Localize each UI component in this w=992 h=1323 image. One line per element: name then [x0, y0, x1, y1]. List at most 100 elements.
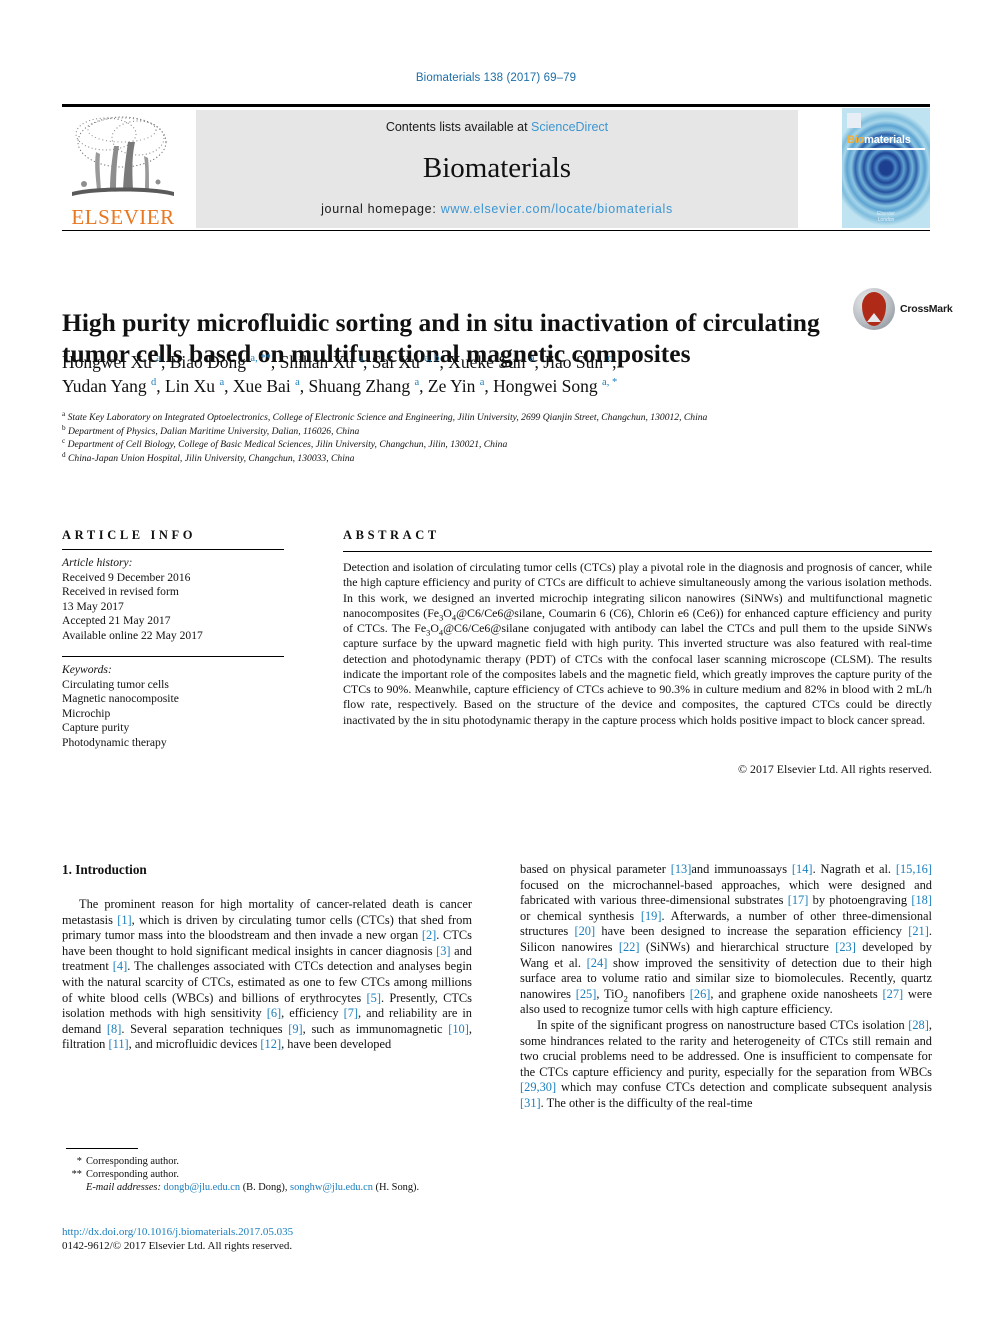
formula-subscript: 3: [426, 628, 431, 638]
author-affiliation-marker: a, *: [602, 377, 618, 389]
keywords-label: Keywords:: [62, 663, 112, 676]
journal-title: Biomaterials: [422, 152, 572, 184]
citation-link[interactable]: [12]: [260, 1037, 281, 1051]
article-history-line: Received in revised form: [62, 585, 179, 599]
abstract-copyright: © 2017 Elsevier Ltd. All rights reserved…: [738, 762, 932, 776]
homepage-url-link[interactable]: www.elsevier.com/locate/biomaterials: [441, 202, 673, 216]
citation-link[interactable]: [4]: [113, 959, 127, 973]
email-addresses-label: E-mail addresses:: [86, 1182, 161, 1194]
issn-copyright-line: 0142-9612/© 2017 Elsevier Ltd. All right…: [62, 1240, 293, 1252]
affiliation-text: China-Japan Union Hospital, Jilin Univer…: [65, 452, 355, 464]
footnote-text: Corresponding author.: [86, 1169, 179, 1181]
citation-link[interactable]: [7]: [344, 1006, 358, 1020]
running-head: Biomaterials 138 (2017) 69–79: [415, 72, 577, 84]
author-name: Biao Dong: [169, 352, 251, 372]
author-name: Xue Bai: [232, 376, 296, 396]
article-history-line: Accepted 21 May 2017: [62, 614, 171, 628]
sciencedirect-link[interactable]: ScienceDirect: [531, 120, 608, 134]
footnote-marker: **: [71, 1169, 82, 1181]
citation-link[interactable]: [22]: [619, 940, 640, 954]
elsevier-tree-icon: [72, 116, 174, 196]
author-name: Hongwei Xu: [62, 352, 157, 372]
citation-link[interactable]: [26]: [690, 987, 711, 1001]
citation-link[interactable]: [6]: [267, 1006, 281, 1020]
citation-link[interactable]: [5]: [367, 991, 381, 1005]
affiliation: d China-Japan Union Hospital, Jilin Univ…: [62, 451, 892, 466]
journal-header: ELSEVIER Contents lists available at Sci…: [62, 104, 930, 232]
citation-link[interactable]: [13]: [671, 862, 692, 876]
keyword-item: Circulating tumor cells: [62, 677, 169, 691]
doi-block: http://dx.doi.org/10.1016/j.biomaterials…: [62, 1225, 482, 1253]
affiliation-text: Department of Cell Biology, College of B…: [65, 439, 508, 451]
paragraph: based on physical parameter [13]and immu…: [520, 862, 933, 1017]
affiliation: c Department of Cell Biology, College of…: [62, 437, 892, 452]
email-owner-song: (H. Song).: [375, 1182, 420, 1194]
author-affiliation-marker: a, b: [424, 353, 440, 365]
elsevier-logo: ELSEVIER: [62, 110, 184, 228]
citation-link[interactable]: [23]: [835, 940, 856, 954]
citation-link[interactable]: [2]: [422, 928, 436, 942]
header-top-rule: [62, 104, 930, 107]
citation-link[interactable]: [3]: [436, 944, 450, 958]
citation-link[interactable]: [29,30]: [520, 1080, 556, 1094]
email-owner-dong: (B. Dong),: [242, 1182, 288, 1194]
author-affiliation-marker: a: [358, 353, 364, 365]
author-affiliation-marker: a: [414, 377, 420, 389]
citation-link[interactable]: [14]: [792, 862, 813, 876]
abstract-text: Detection and isolation of circulating t…: [343, 560, 932, 727]
citation-link[interactable]: [20]: [574, 924, 595, 938]
footnote-block: * Corresponding author. ** Corresponding a…: [62, 1155, 482, 1195]
introduction-column-left: The prominent reason for high mortality …: [62, 897, 472, 1053]
author-name: Yudan Yang: [62, 376, 151, 396]
section-title-introduction: 1. Introduction: [62, 862, 147, 877]
keyword-item: Photodynamic therapy: [62, 735, 167, 749]
abstract-heading: ABSTRACT: [343, 528, 440, 542]
citation-link[interactable]: [28]: [908, 1018, 929, 1032]
citation-link[interactable]: [9]: [288, 1022, 302, 1036]
footnote-corresponding-2: ** Corresponding author.: [62, 1168, 482, 1181]
citation-link[interactable]: [15,16]: [896, 862, 932, 876]
author-affiliation-marker: a: [479, 377, 485, 389]
footnote-text: Corresponding author.: [86, 1156, 179, 1167]
keywords-rule: [62, 656, 284, 658]
citation-link[interactable]: [17]: [788, 893, 809, 907]
cover-emblem-icon: [847, 113, 861, 128]
citation-link[interactable]: [31]: [520, 1096, 541, 1110]
author-name: Hongwei Song: [493, 376, 603, 396]
footnote-rule: [66, 1148, 138, 1149]
author-affiliation-marker: c: [607, 353, 613, 365]
elsevier-wordmark: ELSEVIER: [71, 205, 175, 229]
doi-link[interactable]: http://dx.doi.org/10.1016/j.biomaterials…: [62, 1225, 482, 1239]
author-name: Sai Xu: [371, 352, 425, 372]
author-name: Xueke Sun: [448, 352, 530, 372]
contents-line: Contents lists available at ScienceDirec…: [196, 120, 798, 134]
cover-title: Biomaterials: [847, 134, 911, 146]
paragraph: In spite of the significant progress on …: [520, 1017, 932, 1110]
email-link-song[interactable]: songhw@jlu.edu.cn: [290, 1182, 373, 1193]
email-link-dong[interactable]: dongb@jlu.edu.cn: [164, 1182, 241, 1193]
citation-link[interactable]: [19]: [641, 909, 662, 923]
citation-link[interactable]: [1]: [117, 913, 131, 927]
article-history-line: Available online 22 May 2017: [62, 628, 203, 642]
citation-link[interactable]: [18]: [911, 893, 932, 907]
citation-link[interactable]: [21]: [908, 924, 929, 938]
crossmark-badge[interactable]: CrossMark: [853, 288, 953, 332]
homepage-prefix: journal homepage:: [321, 202, 441, 216]
header-bottom-rule: [62, 230, 930, 232]
abstract-rule: [343, 551, 932, 553]
article-page: Biomaterials 138 (2017) 69–79 ELSEVIER C…: [0, 0, 992, 1323]
formula-subscript: 3: [439, 613, 444, 623]
author-name: Shihan Xu: [279, 352, 359, 372]
footnote-marker: *: [76, 1156, 82, 1167]
journal-homepage-line: journal homepage: www.elsevier.com/locat…: [196, 202, 798, 216]
citation-link[interactable]: [27]: [883, 987, 904, 1001]
citation-link[interactable]: [10]: [448, 1022, 469, 1036]
citation-link[interactable]: [24]: [587, 956, 608, 970]
author-affiliation-marker: a: [529, 353, 535, 365]
citation-link[interactable]: [25]: [576, 987, 597, 1001]
keyword-item: Magnetic nanocomposite: [62, 692, 179, 706]
article-history: Article history: Received 9 December 201…: [62, 556, 284, 644]
citation-link[interactable]: [11]: [108, 1037, 128, 1051]
footnote-emails: E-mail addresses: dongb@jlu.edu.cn (B. D…: [62, 1181, 482, 1194]
citation-link[interactable]: [8]: [107, 1022, 121, 1036]
